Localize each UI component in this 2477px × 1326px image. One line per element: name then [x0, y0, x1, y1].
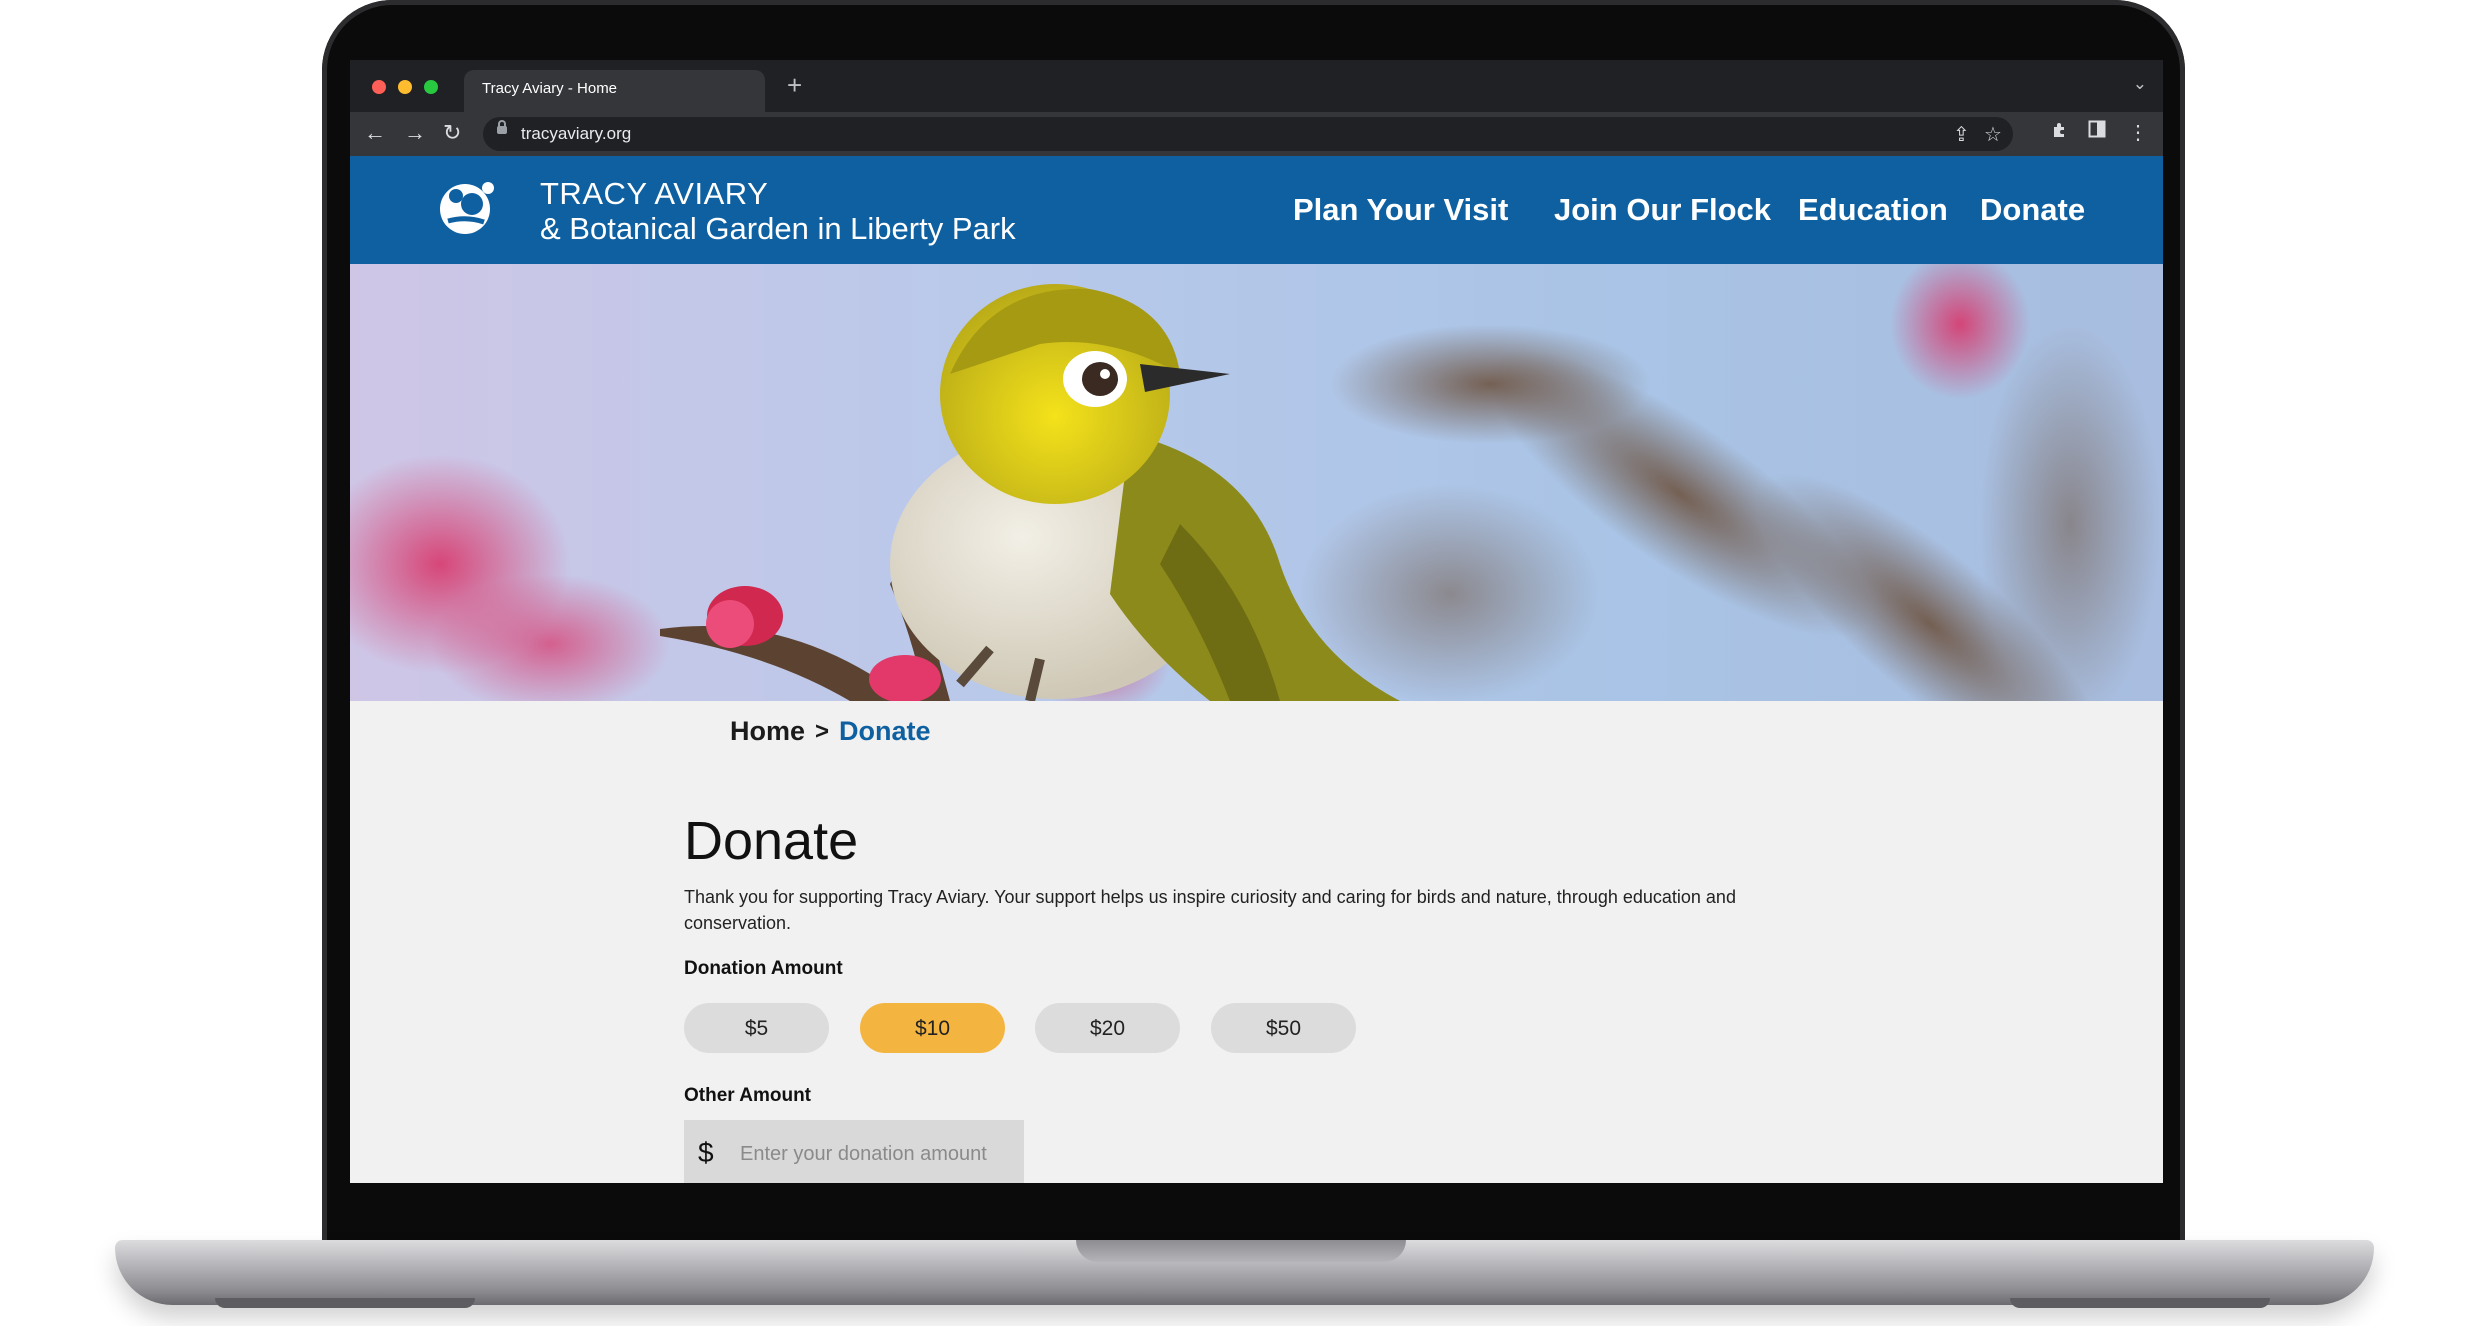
aviary-logo-icon[interactable]	[438, 176, 500, 238]
minimize-window-button[interactable]	[398, 80, 412, 94]
brand-subtitle[interactable]: & Botanical Garden in Liberty Park	[540, 211, 1016, 247]
forward-arrow-icon[interactable]: →	[404, 121, 426, 145]
dollar-sign-icon: $	[698, 1137, 714, 1168]
window-controls	[372, 80, 438, 94]
kebab-menu-icon[interactable]: ⋮	[2128, 120, 2148, 145]
side-panel-icon[interactable]	[2088, 120, 2106, 144]
share-icon[interactable]: ⇪	[1953, 122, 1970, 147]
laptop-foot-right	[2010, 1298, 2270, 1308]
brand-title[interactable]: TRACY AVIARY	[540, 176, 768, 212]
breadcrumb-current[interactable]: Donate	[839, 716, 931, 747]
nav-join-our-flock[interactable]: Join Our Flock	[1554, 192, 1771, 228]
close-window-button[interactable]	[372, 80, 386, 94]
chevron-right-icon: >	[815, 717, 830, 745]
page-title: Donate	[684, 811, 859, 871]
extensions-icon[interactable]	[2050, 120, 2070, 146]
amount-5-button[interactable]: $5	[684, 1003, 829, 1053]
zoom-window-button[interactable]	[424, 80, 438, 94]
nav-donate[interactable]: Donate	[1980, 192, 2085, 228]
new-tab-button[interactable]: +	[787, 70, 802, 100]
tab-list-chevron-icon[interactable]: ⌄	[2133, 74, 2147, 94]
nav-education[interactable]: Education	[1798, 192, 1948, 228]
other-amount-label: Other Amount	[684, 1085, 812, 1106]
address-url[interactable]: tracyaviary.org	[521, 124, 631, 144]
back-arrow-icon[interactable]: ←	[364, 121, 386, 145]
star-icon[interactable]: ☆	[1984, 122, 2002, 147]
lock-icon	[497, 120, 507, 134]
donation-amount-input[interactable]	[738, 1137, 1012, 1171]
browser-tab-bar: Tracy Aviary - Home + ⌄	[350, 60, 2163, 112]
browser-tab-active[interactable]: Tracy Aviary - Home	[464, 70, 765, 112]
amount-10-button[interactable]: $10	[860, 1003, 1005, 1053]
browser-toolbar: ← → ↻ tracyaviary.org ⇪ ☆ ⋮	[350, 112, 2163, 156]
breadcrumb-home-link[interactable]: Home	[730, 716, 805, 747]
tab-title: Tracy Aviary - Home	[482, 80, 618, 97]
breadcrumb: Home > Donate	[730, 716, 931, 747]
donate-intro-text: Thank you for supporting Tracy Aviary. Y…	[684, 887, 1736, 933]
hero-bird-photo	[350, 264, 2163, 701]
laptop-hinge-notch	[1076, 1240, 1406, 1262]
amount-20-button[interactable]: $20	[1035, 1003, 1180, 1053]
other-amount-field[interactable]: $	[684, 1120, 1024, 1183]
amount-50-button[interactable]: $50	[1211, 1003, 1356, 1053]
reload-icon[interactable]: ↻	[443, 121, 461, 145]
hero-bird-illustration	[350, 264, 2163, 701]
address-bar[interactable]: tracyaviary.org ⇪ ☆	[483, 117, 2013, 151]
laptop-foot-left	[215, 1298, 475, 1308]
nav-plan-your-visit[interactable]: Plan Your Visit	[1293, 192, 1508, 228]
site-header: TRACY AVIARY & Botanical Garden in Liber…	[350, 156, 2163, 264]
donation-amount-label: Donation Amount	[684, 958, 843, 979]
laptop-screen: Tracy Aviary - Home + ⌄ ← → ↻ tracyaviar…	[350, 60, 2163, 1183]
